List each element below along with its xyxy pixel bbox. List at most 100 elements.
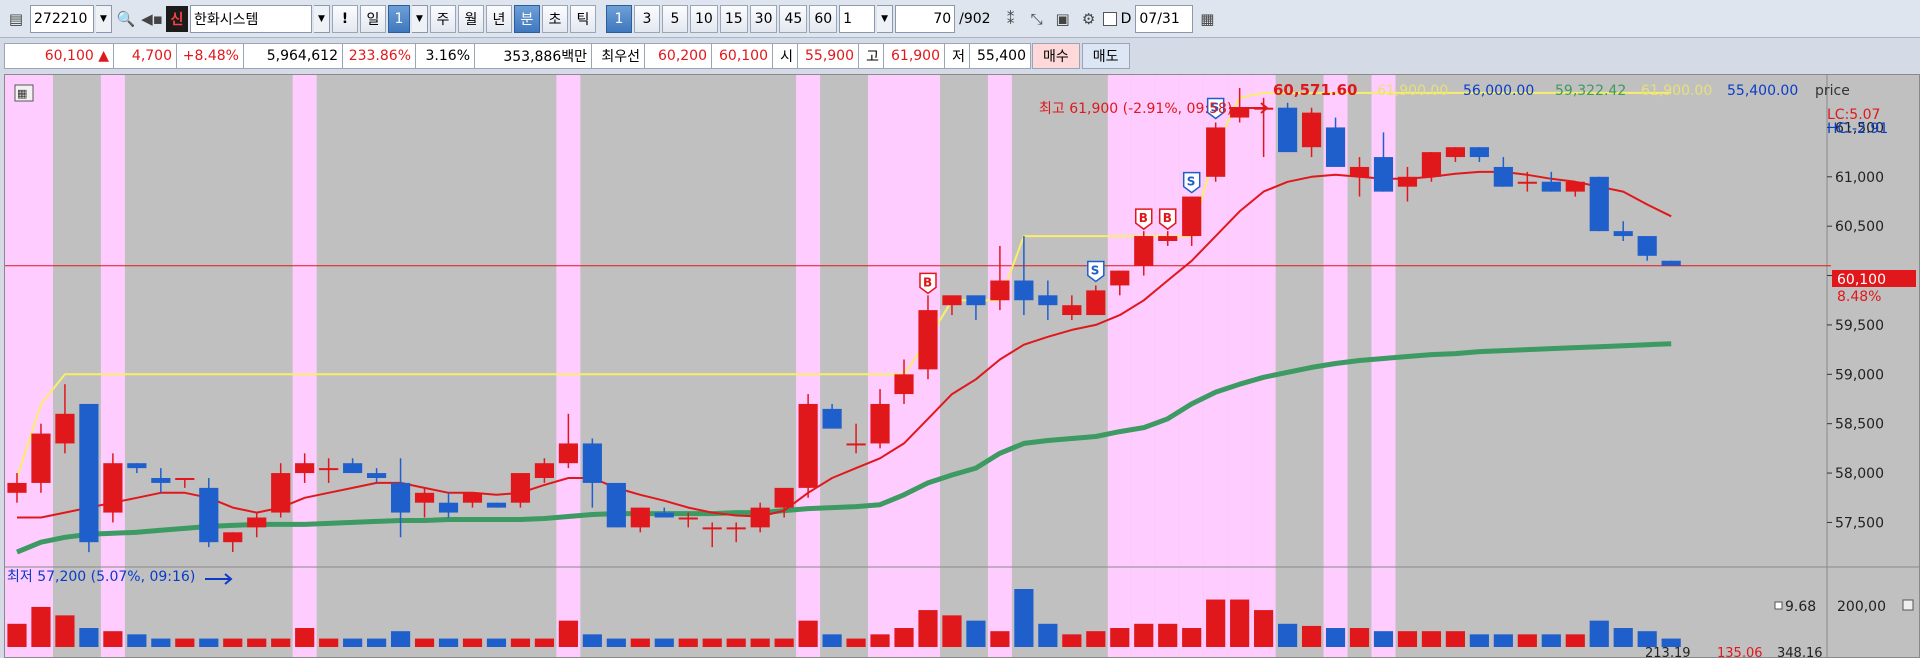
highlight-layer [5,75,1396,657]
minute-option-1[interactable]: 1 [606,4,632,33]
gear-icon[interactable]: ⚙ [1077,5,1101,33]
period-tick-button[interactable]: 틱 [570,4,596,33]
legend-v6: 55,400.00 [1727,83,1798,99]
volume-bar [319,638,339,647]
indicator-icon[interactable]: ⁑ [999,5,1023,33]
d-label: D [1120,10,1132,27]
candle-body [462,492,483,503]
day-count-field[interactable]: 1 [388,4,410,33]
candle-body [127,463,147,469]
highlight-band [1155,75,1180,657]
volume-bar [295,628,315,647]
alert-button[interactable]: ! [332,4,358,33]
minute-option-30[interactable]: 30 [749,4,778,33]
candle-body [31,433,51,483]
volume-bar [486,638,507,647]
speaker-icon[interactable]: ◀▪ [140,5,164,33]
volume-bar [1230,599,1250,647]
d-checkbox[interactable] [1102,11,1117,26]
stock-name[interactable]: 한화시스템 [190,4,312,33]
candle-body [79,403,99,543]
volume-bar [510,638,531,647]
date-field[interactable]: 07/31 [1135,4,1194,33]
window-menu-icon[interactable]: ▤ [4,5,28,33]
minute-option-15[interactable]: 15 [719,4,748,33]
price-tag: 60,100 [1837,272,1886,288]
volume-bar [894,628,914,647]
candle-body [414,492,435,503]
candle-body [319,468,339,471]
volume-bar [558,620,578,647]
stock-code-input[interactable]: 272210 [30,4,94,33]
credit-badge: 신 [166,5,188,32]
period-day-button[interactable]: 일 [360,4,386,33]
volume-bar [79,628,99,647]
bars-shown: 70 [933,10,952,27]
volume-bar [726,638,746,647]
candle-body [1301,112,1322,148]
buy-button[interactable]: 매수 [1032,43,1080,69]
volume-bar [918,610,938,647]
open-price: 55,900 [797,43,859,69]
chevron-down-icon[interactable]: ▼ [96,4,112,33]
candle-body [1493,166,1513,187]
interval-input[interactable]: 1 [839,4,876,33]
chart-area[interactable]: BSBBSS 57,500 58,000 58,500 59,000 59,500 60,… [4,74,1920,658]
save-icon[interactable]: ▣ [1051,5,1075,33]
volume-bar [822,634,842,647]
candle-body [1397,176,1418,187]
minute-option-3[interactable]: 3 [634,4,660,33]
volume-bar [774,638,794,647]
period-minute-button[interactable]: 분 [514,4,540,33]
candle-body [1038,295,1058,306]
price-chart[interactable]: BSB BSS 57,50058,00058,50059,00059,50060,… [5,75,1920,658]
volume-bar [199,638,219,647]
candle-body [726,527,746,530]
candle-body [1349,166,1370,177]
search-icon[interactable]: 🔍 [114,5,138,33]
highlight-band [556,75,581,657]
best-quote-label: 최우선 [591,43,645,69]
legend-v7: price [1815,83,1850,99]
candle-body [918,310,938,370]
chevron-down-icon[interactable]: ▼ [877,4,894,33]
signal-label: S [1091,263,1100,277]
volume-bar [127,634,147,647]
open-label: 시 [772,43,798,69]
chevron-down-icon[interactable]: ▼ [412,4,428,33]
volume-bar [1493,634,1513,647]
volume-bar [606,638,626,647]
legend-v3: 56,000.00 [1463,83,1534,99]
volume-bar [1637,631,1657,647]
volume-bar [1158,623,1178,647]
draw-line-icon[interactable]: ⤡ [1025,5,1049,33]
bar-count-input[interactable]: 70 [895,4,956,33]
y-tick-label: 59,000 [1835,367,1884,383]
volume-ratio: 233.86% [342,43,416,69]
highlight-band [1131,75,1156,657]
minute-option-60[interactable]: 60 [809,4,838,33]
candle-body [750,507,770,528]
candle-body [390,482,411,513]
toolbar: ▤ 272210 ▼ 🔍 ◀▪ 신 한화시스템 ▼ ! 일 1 ▼ 주 월 년 … [0,0,1920,38]
high-price: 61,900 [883,43,945,69]
chevron-down-icon[interactable]: ▼ [314,4,330,33]
volume-bottom-right: 348,16 [1777,646,1823,658]
legend-v5: 61,900.00 [1641,83,1712,99]
candle-body [942,295,962,306]
legend-v2: 61,900.00 [1377,83,1448,99]
period-year-button[interactable]: 년 [486,4,512,33]
minute-option-10[interactable]: 10 [690,4,718,33]
calendar-icon[interactable]: ▦ [1195,5,1219,33]
minute-option-45[interactable]: 45 [779,4,808,33]
turnover-rate: 3.16% [415,43,475,69]
volume-bar [1445,631,1465,647]
period-week-button[interactable]: 주 [430,4,456,33]
minute-option-5[interactable]: 5 [662,4,688,33]
period-second-button[interactable]: 초 [542,4,568,33]
volume-panel-close-icon[interactable] [1902,599,1914,611]
volume-value: 5,964,612 [243,43,343,69]
period-month-button[interactable]: 월 [458,4,484,33]
sell-button[interactable]: 매도 [1081,43,1130,69]
volume-bars [7,589,1681,647]
